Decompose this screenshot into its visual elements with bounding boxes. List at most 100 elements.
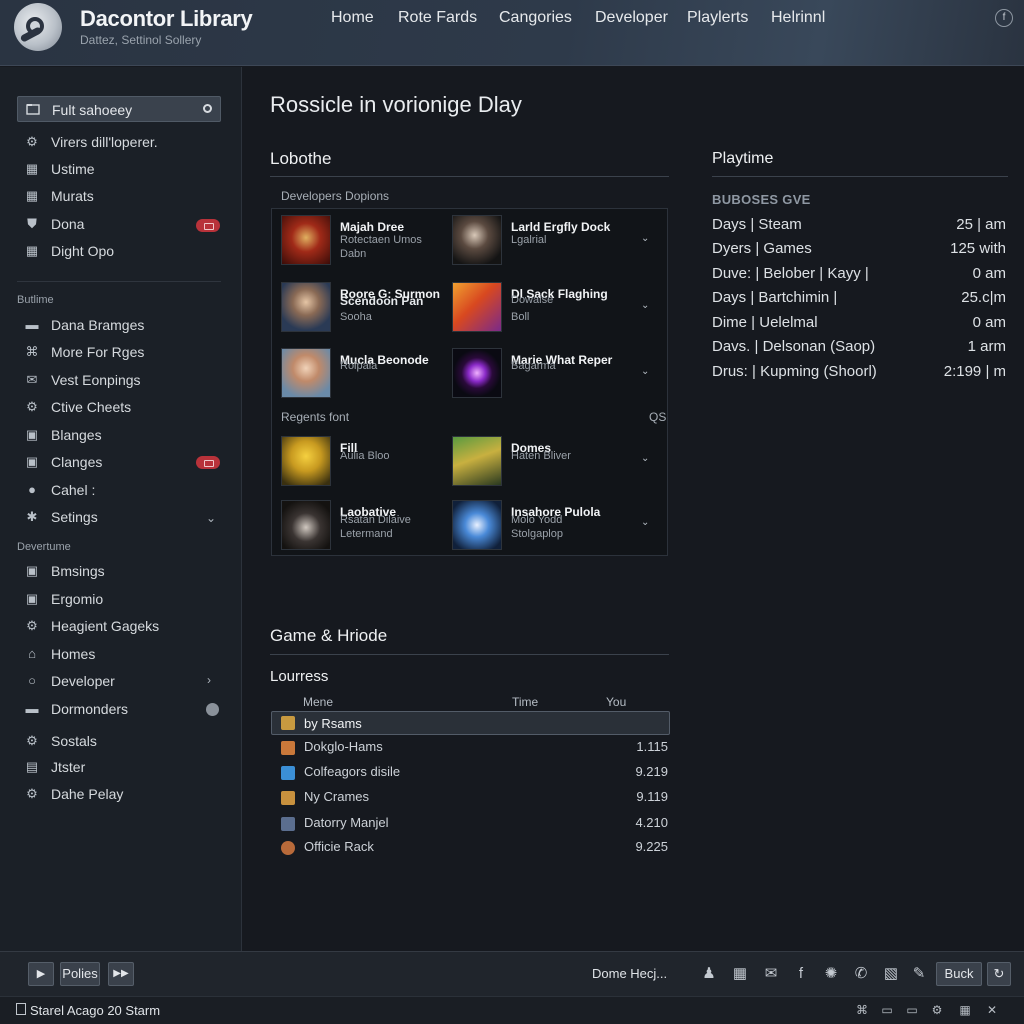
playtime-value: 25.c|m [961, 289, 1006, 306]
game-icon [281, 716, 295, 730]
playtime-label: Dime | Uelelmal [712, 314, 818, 331]
playtime-label: Davs. | Delsonan (Saop) [712, 338, 876, 355]
game-hr-section-title: Game & Hriode [270, 626, 388, 645]
game-tile[interactable]: Laobative Rsatan Dilaive Letermand [281, 500, 461, 552]
window-icon[interactable]: ▭ [905, 1003, 919, 1017]
sidebar-item-heagient-gageks[interactable]: ⚙ Heagient Gageks [24, 616, 159, 636]
row-name: Datorry Manjel [304, 815, 389, 830]
play-button[interactable]: ▶ [28, 962, 54, 986]
game-tile[interactable]: Mucla Beonode Rolpala [281, 348, 461, 400]
sidebar-item-ustime[interactable]: ▦ Ustime [24, 159, 95, 179]
playtime-label: Dyers | Games [712, 240, 812, 257]
sidebar-item-dana-bramges[interactable]: ▬ Dana Bramges [24, 315, 145, 335]
sidebar-item-sostals[interactable]: ⚙ Sostals [24, 731, 97, 751]
globe-icon[interactable]: ✺ [822, 965, 840, 983]
game-tile[interactable]: Larld Ergfly Dock Lgalrial [452, 215, 632, 267]
column-header-you[interactable]: You [606, 695, 626, 709]
steam-logo-icon[interactable] [14, 3, 62, 51]
chevron-right-icon[interactable]: › [207, 673, 211, 687]
nav-categories[interactable]: Cangories [499, 9, 572, 27]
edit-icon[interactable]: ✎ [910, 965, 928, 983]
chevron-down-icon[interactable]: ⌄ [641, 233, 649, 244]
table-row[interactable]: Colfeagors disile 9.219 [281, 763, 669, 783]
help-icon[interactable]: f [995, 9, 1013, 27]
game-meta: Lgalrial [511, 234, 547, 246]
game-tile[interactable]: Domes Haten Bliver [452, 436, 632, 488]
sidebar-item-cahel[interactable]: ● Cahel : [24, 480, 95, 500]
game-tile[interactable]: Marie What Reper Bagarma [452, 348, 632, 400]
grid-icon[interactable]: ▦ [731, 965, 749, 983]
sidebar-item-dormonders[interactable]: ▬ Dormonders [24, 699, 129, 719]
table-row[interactable]: Officie Rack 9.225 [281, 838, 669, 858]
chevron-down-icon[interactable]: ⌄ [641, 366, 649, 377]
sidebar-item-viewers[interactable]: ⚙ Virers dill'loperer. [24, 132, 158, 152]
grid-icon[interactable]: ▦ [958, 1003, 972, 1017]
image-icon[interactable]: ▧ [882, 965, 900, 983]
sidebar-item-dight-opo[interactable]: ▦ Dight Opo [24, 241, 114, 261]
sidebar-item-clanges[interactable]: ▣ Clanges [24, 452, 103, 472]
sidebar-item-jtster[interactable]: ▤ Jtster [24, 757, 85, 777]
game-meta: Stolgaplop [511, 528, 563, 540]
game-tile[interactable]: Insahore Pulola Molo Yodd Stolgaplop [452, 500, 632, 552]
table-row-selected[interactable]: by Rsams [271, 711, 670, 735]
skip-button[interactable]: ▶▶ [108, 962, 134, 986]
row-name: Ny Crames [304, 789, 370, 804]
sidebar-search-input[interactable]: Fult sahoeey [17, 96, 221, 122]
box-icon: ▣ [25, 591, 39, 606]
policies-button[interactable]: Polies [60, 962, 100, 986]
game-tile[interactable]: Dl Sack Flaghing Dowalse Boll [452, 282, 632, 334]
search-value: Fult sahoeey [52, 102, 133, 118]
chevron-down-icon[interactable]: ⌄ [641, 300, 649, 311]
sidebar-item-dahe-pelay[interactable]: ⚙ Dahe Pelay [24, 784, 123, 804]
close-icon[interactable]: ✕ [985, 1003, 999, 1017]
grid-icon: ▦ [25, 161, 39, 176]
chevron-down-icon[interactable]: ⌄ [641, 517, 649, 528]
nav-developer[interactable]: Developer [595, 9, 668, 27]
bottom-toolbar: ▶ Polies ▶▶ Dome Hecj... ♟ ▦ ✉ f ✺ ✆ ▧ ✎… [0, 951, 1024, 996]
table-row[interactable]: Datorry Manjel 4.210 [281, 814, 669, 834]
nav-rote-fards[interactable]: Rote Fards [398, 9, 477, 27]
sidebar-item-dona[interactable]: ⛊ Dona [24, 214, 84, 234]
sidebar-item-ctive-cheets[interactable]: ⚙ Ctive Cheets [24, 397, 131, 417]
facebook-icon[interactable]: f [792, 965, 810, 983]
sidebar-item-developer[interactable]: ○ Developer [24, 671, 115, 691]
sidebar-item-more-for-rges[interactable]: ⌘ More For Rges [24, 342, 145, 362]
nav-home[interactable]: Home [331, 9, 374, 27]
table-row[interactable]: Dokglo-Hams 1.115 [281, 738, 669, 758]
refresh-icon[interactable]: ↻ [987, 962, 1011, 986]
game-cover-image [281, 282, 331, 332]
game-icon [281, 766, 295, 780]
window-icon[interactable]: ▭ [880, 1003, 894, 1017]
mail-icon[interactable]: ✉ [762, 965, 780, 983]
game-tile[interactable]: Roore G: Surmon Scendoon Pan Sooha [281, 282, 461, 334]
sidebar-item-blanges[interactable]: ▣ Blanges [24, 425, 102, 445]
chevron-down-icon[interactable]: ⌄ [641, 453, 649, 464]
column-header-time[interactable]: Time [512, 695, 538, 709]
nav-playlists[interactable]: Playlerts [687, 9, 748, 27]
chevron-down-icon[interactable]: ⌄ [206, 511, 216, 525]
nav-help[interactable]: Helrinnl [771, 9, 825, 27]
column-header-name[interactable]: Mene [303, 695, 333, 709]
controller-icon[interactable]: ♟ [700, 965, 718, 983]
sidebar-item-bmsings[interactable]: ▣ Bmsings [24, 561, 105, 581]
sidebar-item-vest-eonpings[interactable]: ✉ Vest Eonpings [24, 370, 141, 390]
game-tile[interactable]: Fill Aulia Bloo [281, 436, 461, 488]
game-tile[interactable]: Majah Dree Rotectaen Umos Dabn [281, 215, 461, 267]
sidebar-item-settings[interactable]: ✱ Setings [24, 507, 98, 527]
network-icon[interactable]: ⌘ [855, 1003, 869, 1017]
playtime-label: Duve: | Belober | Kayy | [712, 265, 869, 282]
sidebar-item-label: Murats [51, 188, 94, 204]
table-row[interactable]: Ny Crames 9.119 [281, 788, 669, 808]
phone-icon[interactable]: ✆ [852, 965, 870, 983]
settings-icon[interactable]: ⚙ [930, 1003, 944, 1017]
sidebar-item-murats[interactable]: ▦ Murats [24, 186, 94, 206]
row-name: Officie Rack [304, 839, 374, 854]
playtime-row: Days | Bartchimin | 25.c|m [712, 289, 1008, 311]
search-icon[interactable] [203, 104, 212, 113]
sidebar-item-label: Ergomio [51, 591, 104, 607]
sidebar-item-homes[interactable]: ⌂ Homes [24, 644, 95, 664]
gear-icon: ⚙ [26, 618, 38, 633]
back-button[interactable]: Buck [936, 962, 982, 986]
sidebar-item-ergomio[interactable]: ▣ Ergomio [24, 589, 103, 609]
game-meta: Rolpala [340, 360, 378, 372]
